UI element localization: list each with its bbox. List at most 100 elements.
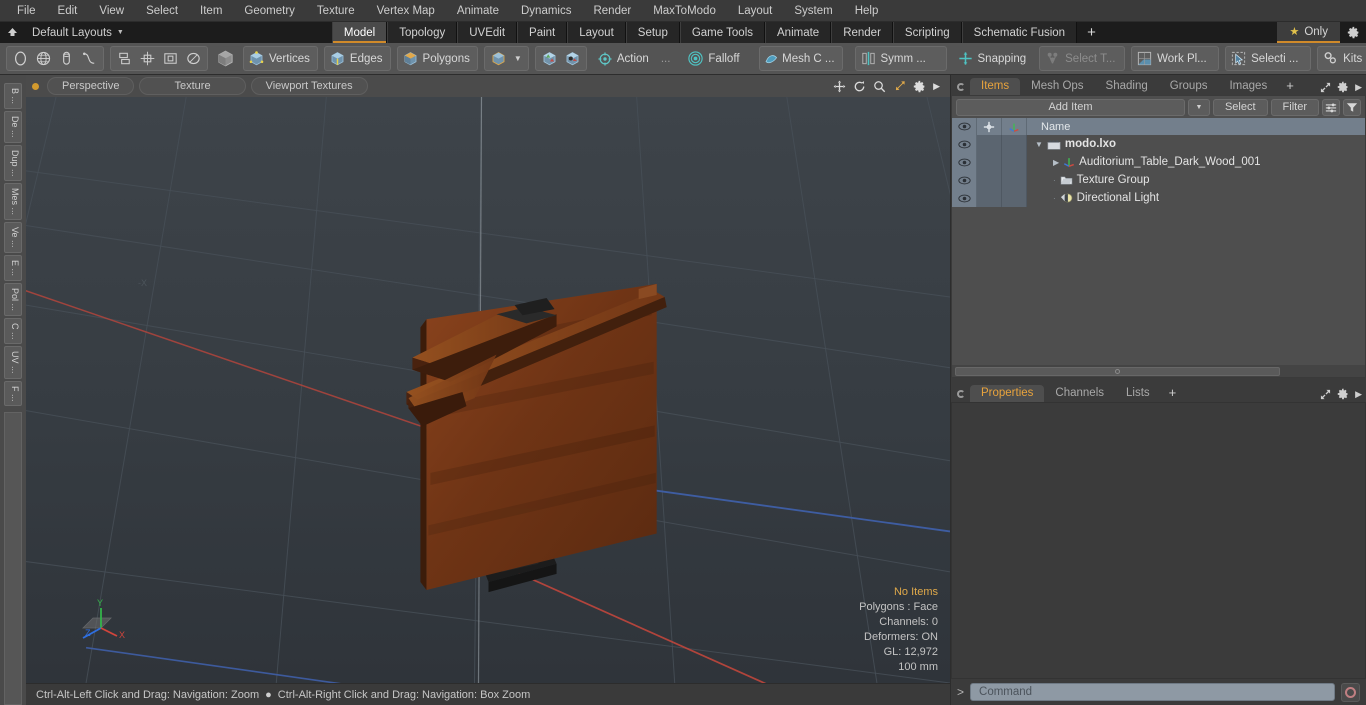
triangle-down-icon[interactable]: ▼ <box>1035 140 1043 149</box>
mesh-select-a-icon[interactable] <box>538 48 561 70</box>
zoom-icon[interactable] <box>873 80 886 93</box>
menu-item-select[interactable]: Select <box>135 0 189 22</box>
eye-icon[interactable] <box>952 171 977 189</box>
menu-item-maxtomodo[interactable]: MaxToModo <box>642 0 727 22</box>
tab-groups[interactable]: Groups <box>1159 78 1219 95</box>
only-toggle[interactable]: ★ Only <box>1277 22 1340 43</box>
snapping-button[interactable]: Snapping <box>953 46 1034 71</box>
viewport-indicator-icon[interactable] <box>32 82 39 90</box>
select-mode-polygons[interactable]: Polygons <box>396 46 478 71</box>
falloff-button[interactable]: Falloff <box>683 46 746 71</box>
add-panel-tab-button[interactable]: + <box>1278 78 1302 95</box>
item-axis-cell[interactable] <box>1002 189 1027 207</box>
list-item-texture-group[interactable]: · Texture Group <box>1027 174 1365 186</box>
stop-record-icon[interactable] <box>1341 682 1360 702</box>
fit-icon[interactable] <box>893 80 906 93</box>
vtab-vertex[interactable]: Ve ... <box>4 222 22 253</box>
select-button[interactable]: Select <box>1212 98 1268 116</box>
properties-panel-body[interactable] <box>951 402 1366 679</box>
tab-paint[interactable]: Paint <box>517 22 568 43</box>
work-plane-button[interactable]: Work Pl... <box>1131 46 1220 71</box>
tab-render[interactable]: Render <box>831 22 893 43</box>
gear-icon[interactable] <box>1337 388 1349 400</box>
items-list-empty-area[interactable] <box>952 207 1365 365</box>
item-cube-icon[interactable] <box>487 48 510 70</box>
mesh-constraint-button[interactable]: Mesh C ... <box>758 46 843 71</box>
cube-icon[interactable] <box>216 48 235 70</box>
list-item-mesh[interactable]: ▶ Auditorium_Table_Dark_Wood_001 <box>1027 156 1365 168</box>
sphere-icon[interactable] <box>9 48 32 70</box>
tab-model[interactable]: Model <box>331 22 388 43</box>
eye-icon[interactable] <box>952 135 977 153</box>
axis-gizmo[interactable]: Y X Z <box>71 596 133 658</box>
action-center-button[interactable]: Action ... <box>593 46 678 71</box>
symmetry-button[interactable]: Symm ... <box>854 46 947 71</box>
tab-topology[interactable]: Topology <box>387 22 458 43</box>
vtab-duplicate[interactable]: Dup ... <box>4 144 22 182</box>
select-mode-vertices[interactable]: Vertices <box>243 46 318 71</box>
gear-icon[interactable] <box>913 80 926 93</box>
tab-game-tools[interactable]: Game Tools <box>679 22 765 43</box>
chevron-right-icon[interactable]: ▶ <box>1355 82 1362 93</box>
tab-scripting[interactable]: Scripting <box>892 22 962 43</box>
align-icon[interactable] <box>113 48 136 70</box>
mesh-select-b-icon[interactable] <box>561 48 584 70</box>
tab-animate[interactable]: Animate <box>765 22 832 43</box>
filter-button[interactable]: Filter <box>1270 98 1319 116</box>
viewport-textures-toggle[interactable]: Viewport Textures <box>250 77 368 95</box>
list-item[interactable]: ▼ modo.lxo <box>952 135 1365 153</box>
select-through-button[interactable]: Select T... <box>1039 46 1126 71</box>
chevron-down-icon[interactable]: ▼ <box>1187 98 1210 116</box>
chevron-right-icon[interactable]: ▶ <box>1355 389 1362 400</box>
eye-icon[interactable] <box>952 189 977 207</box>
menu-item-help[interactable]: Help <box>844 0 890 22</box>
home-icon[interactable] <box>0 22 24 43</box>
item-lock-cell[interactable] <box>977 135 1002 153</box>
vtab-deform[interactable]: De ... <box>4 111 22 143</box>
tab-setup[interactable]: Setup <box>625 22 680 43</box>
vtab-curve[interactable]: C ... <box>4 317 22 345</box>
chevron-down-icon[interactable]: ▼ <box>510 48 526 70</box>
menu-item-edit[interactable]: Edit <box>47 0 89 22</box>
vtab-edge[interactable]: E ... <box>4 254 22 281</box>
expand-icon[interactable] <box>1320 82 1331 93</box>
item-axis-cell[interactable] <box>1002 171 1027 189</box>
tab-properties[interactable]: Properties <box>970 385 1045 402</box>
triangle-right-icon[interactable]: ▶ <box>1053 158 1059 167</box>
tab-layout[interactable]: Layout <box>567 22 626 43</box>
ellipse-icon[interactable] <box>182 48 205 70</box>
pan-icon[interactable] <box>833 80 846 93</box>
menu-item-render[interactable]: Render <box>582 0 642 22</box>
menu-item-dynamics[interactable]: Dynamics <box>510 0 582 22</box>
kits-button[interactable]: Kits <box>1317 46 1366 71</box>
globe-icon[interactable] <box>32 48 55 70</box>
items-horizontal-scrollbar[interactable] <box>952 365 1365 377</box>
vtab-fusion[interactable]: F ... <box>4 380 22 407</box>
list-item-directional-light[interactable]: · Directional Light <box>1027 192 1365 204</box>
vtab-mesh-edit[interactable]: Mes ... <box>4 183 22 221</box>
select-mode-edges[interactable]: Edges <box>323 46 391 71</box>
filter-funnel-icon[interactable] <box>1343 98 1361 116</box>
chevron-right-icon[interactable]: ▶ <box>933 81 940 92</box>
selection-set-button[interactable]: Selecti ... <box>1225 46 1312 71</box>
add-tab-button[interactable]: + <box>1077 22 1106 43</box>
item-lock-cell[interactable] <box>977 189 1002 207</box>
vtab-uv[interactable]: UV ... <box>4 346 22 379</box>
menu-item-texture[interactable]: Texture <box>306 0 366 22</box>
menu-item-file[interactable]: File <box>6 0 47 22</box>
item-axis-cell[interactable] <box>1002 153 1027 171</box>
add-properties-tab-button[interactable]: + <box>1161 385 1185 402</box>
tab-shading[interactable]: Shading <box>1095 78 1159 95</box>
scrollbar-thumb[interactable] <box>955 366 1280 376</box>
tab-lists[interactable]: Lists <box>1115 385 1161 402</box>
viewport-mode-perspective[interactable]: Perspective <box>47 77 135 95</box>
list-item[interactable]: ▶ Auditorium_Table_Dark_Wood_001 <box>952 153 1365 171</box>
add-item-button[interactable]: Add Item <box>956 98 1185 116</box>
menu-item-item[interactable]: Item <box>189 0 233 22</box>
menu-item-view[interactable]: View <box>88 0 135 22</box>
list-options-icon[interactable] <box>1322 98 1340 116</box>
item-axis-cell[interactable] <box>1002 135 1027 153</box>
vtab-polygon[interactable]: Pol ... <box>4 282 22 316</box>
panel-menu-icon[interactable] <box>957 390 965 398</box>
menu-item-vertex-map[interactable]: Vertex Map <box>366 0 446 22</box>
